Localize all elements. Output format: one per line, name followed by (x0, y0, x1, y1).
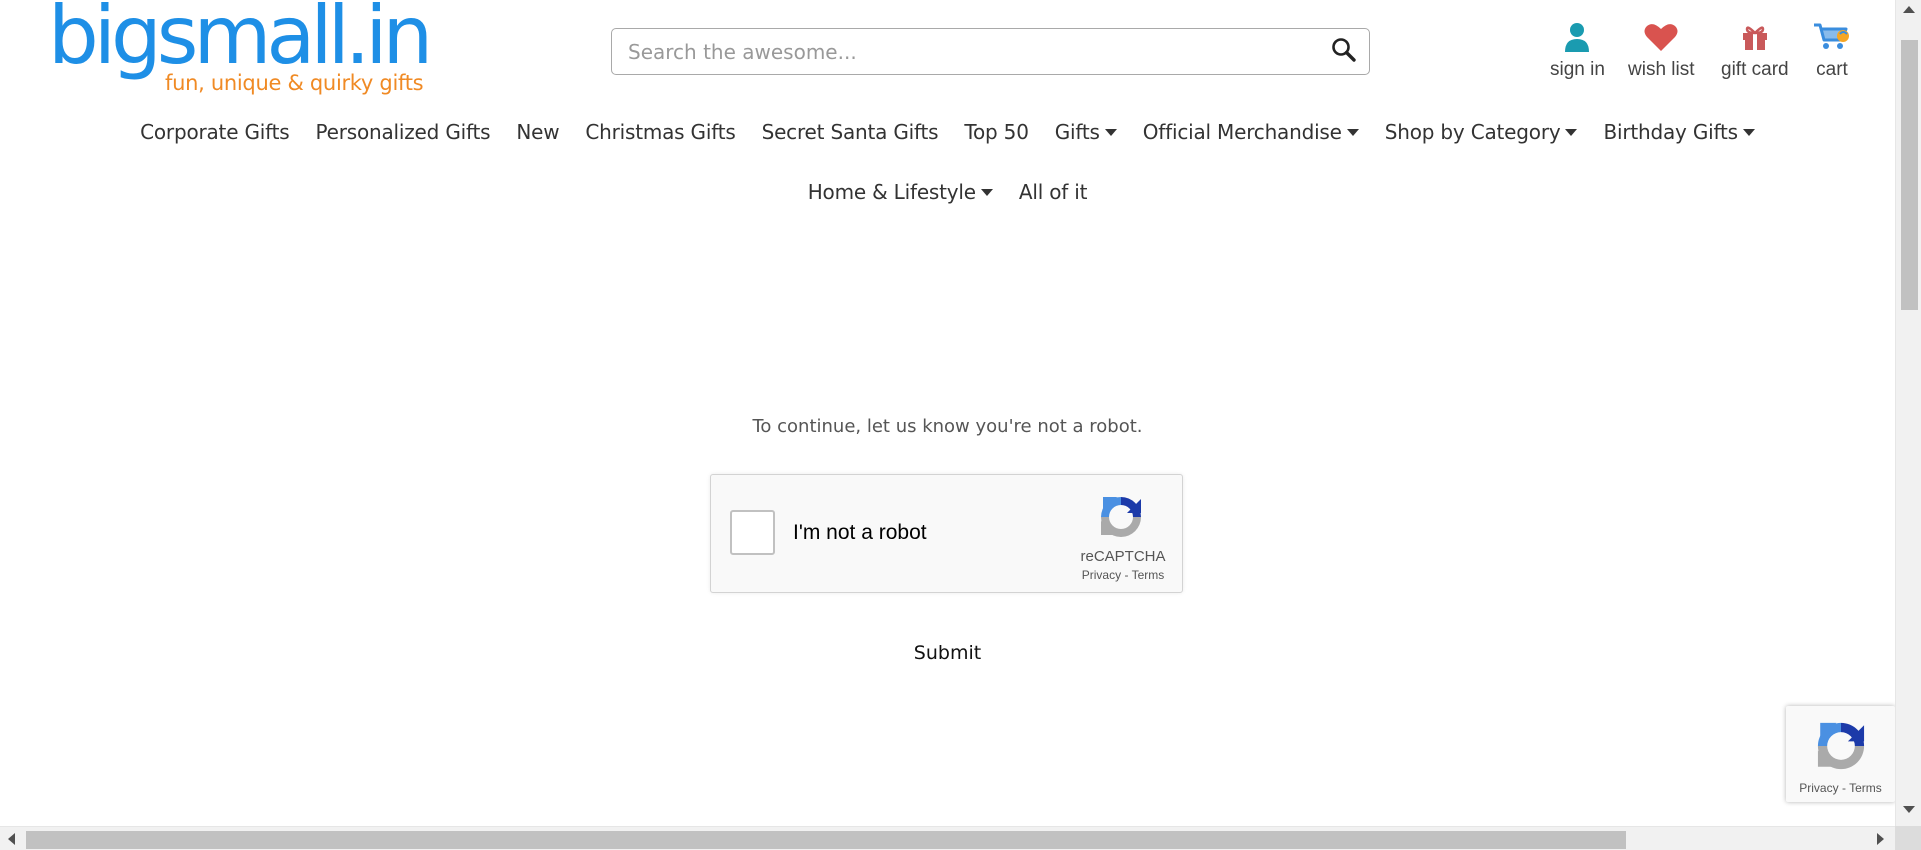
recaptcha-badge: Privacy - Terms (1786, 706, 1895, 802)
vertical-scroll-thumb[interactable] (1901, 40, 1918, 310)
recaptcha-logo-icon (1811, 716, 1871, 776)
recaptcha-links: Privacy - Terms (1070, 568, 1176, 582)
nav-birthday-gifts[interactable]: Birthday Gifts (1603, 120, 1755, 144)
search-button[interactable] (1319, 29, 1369, 74)
caret-down-icon (1104, 128, 1117, 136)
scroll-right-icon[interactable] (1877, 833, 1884, 845)
caret-down-icon (1565, 128, 1578, 136)
user-icon (1564, 20, 1590, 54)
caret-down-icon (1742, 128, 1755, 136)
nav-shop-by-category[interactable]: Shop by Category (1385, 120, 1578, 144)
nav-secret-santa-gifts[interactable]: Secret Santa Gifts (762, 120, 939, 144)
gift-card-label: gift card (1721, 59, 1789, 80)
caret-down-icon (980, 188, 993, 196)
cart-icon (1812, 20, 1852, 54)
nav-all-of-it[interactable]: All of it (1018, 180, 1088, 204)
wish-list-label: wish list (1628, 59, 1695, 80)
nav-new[interactable]: New (516, 120, 559, 144)
nav-official-merchandise[interactable]: Official Merchandise (1143, 120, 1359, 144)
gift-card-link[interactable]: gift card (1721, 20, 1789, 81)
link-separator: - (1124, 568, 1129, 582)
nav-label: Gifts (1054, 120, 1100, 144)
nav-label: Home & Lifestyle (807, 180, 976, 204)
recaptcha-brand: reCAPTCHA (1080, 548, 1166, 565)
nav-home-lifestyle[interactable]: Home & Lifestyle (808, 180, 993, 204)
nav-gifts[interactable]: Gifts (1055, 120, 1117, 144)
nav-label: Birthday Gifts (1603, 120, 1738, 144)
sign-in-label: sign in (1550, 59, 1605, 80)
wish-list-link[interactable]: wish list (1628, 20, 1695, 81)
search-bar (611, 28, 1370, 75)
nav-label: Shop by Category (1384, 120, 1561, 144)
main-nav: Corporate Gifts Personalized Gifts New C… (0, 120, 1895, 144)
nav-label: New (516, 120, 560, 144)
nav-label: Secret Santa Gifts (761, 120, 939, 144)
nav-top-50[interactable]: Top 50 (964, 120, 1029, 144)
nav-label: Official Merchandise (1142, 120, 1342, 144)
gift-icon (1741, 20, 1769, 54)
caret-down-icon (1346, 128, 1359, 136)
nav-corporate-gifts[interactable]: Corporate Gifts (140, 120, 290, 144)
nav-christmas-gifts[interactable]: Christmas Gifts (585, 120, 735, 144)
badge-privacy-link[interactable]: Privacy (1799, 781, 1838, 795)
sign-in-link[interactable]: sign in (1550, 20, 1605, 81)
scrollbar-corner (1895, 826, 1921, 850)
scroll-up-icon[interactable] (1903, 6, 1915, 13)
site-logo[interactable]: bigsmall.in fun, unique & quirky gifts (48, 0, 433, 98)
recaptcha-widget: I'm not a robot reCAPTCHA Privacy - Term… (710, 474, 1183, 593)
not-a-robot-label: I'm not a robot (793, 521, 927, 544)
recaptcha-logo-icon (1095, 491, 1147, 543)
horizontal-scroll-thumb[interactable] (26, 831, 1626, 849)
captcha-prompt: To continue, let us know you're not a ro… (752, 416, 1143, 437)
scroll-down-icon[interactable] (1903, 806, 1915, 813)
badge-links: Privacy - Terms (1786, 781, 1895, 795)
badge-terms-link[interactable]: Terms (1849, 781, 1882, 795)
privacy-link[interactable]: Privacy (1082, 568, 1121, 582)
nav-label: Christmas Gifts (585, 120, 736, 144)
nav-label: Corporate Gifts (140, 120, 290, 144)
nav-label: All of it (1018, 180, 1088, 204)
main-nav-row-2: Home & Lifestyle All of it (0, 180, 1895, 204)
nav-label: Top 50 (964, 120, 1029, 144)
cart-link[interactable]: cart (1812, 20, 1852, 81)
terms-link[interactable]: Terms (1132, 568, 1165, 582)
horizontal-scrollbar[interactable] (0, 826, 1895, 850)
vertical-scrollbar[interactable] (1895, 0, 1921, 826)
logo-tagline: fun, unique & quirky gifts (165, 71, 424, 95)
scroll-left-icon[interactable] (8, 833, 15, 845)
nav-personalized-gifts[interactable]: Personalized Gifts (315, 120, 490, 144)
submit-row: Submit (0, 642, 1895, 664)
not-a-robot-checkbox[interactable] (730, 510, 775, 555)
heart-icon (1644, 20, 1678, 54)
link-separator: - (1841, 781, 1846, 795)
search-icon (1331, 37, 1357, 67)
submit-button[interactable]: Submit (914, 642, 981, 664)
search-input[interactable] (612, 29, 1319, 74)
cart-label: cart (1816, 59, 1848, 80)
nav-label: Personalized Gifts (315, 120, 491, 144)
